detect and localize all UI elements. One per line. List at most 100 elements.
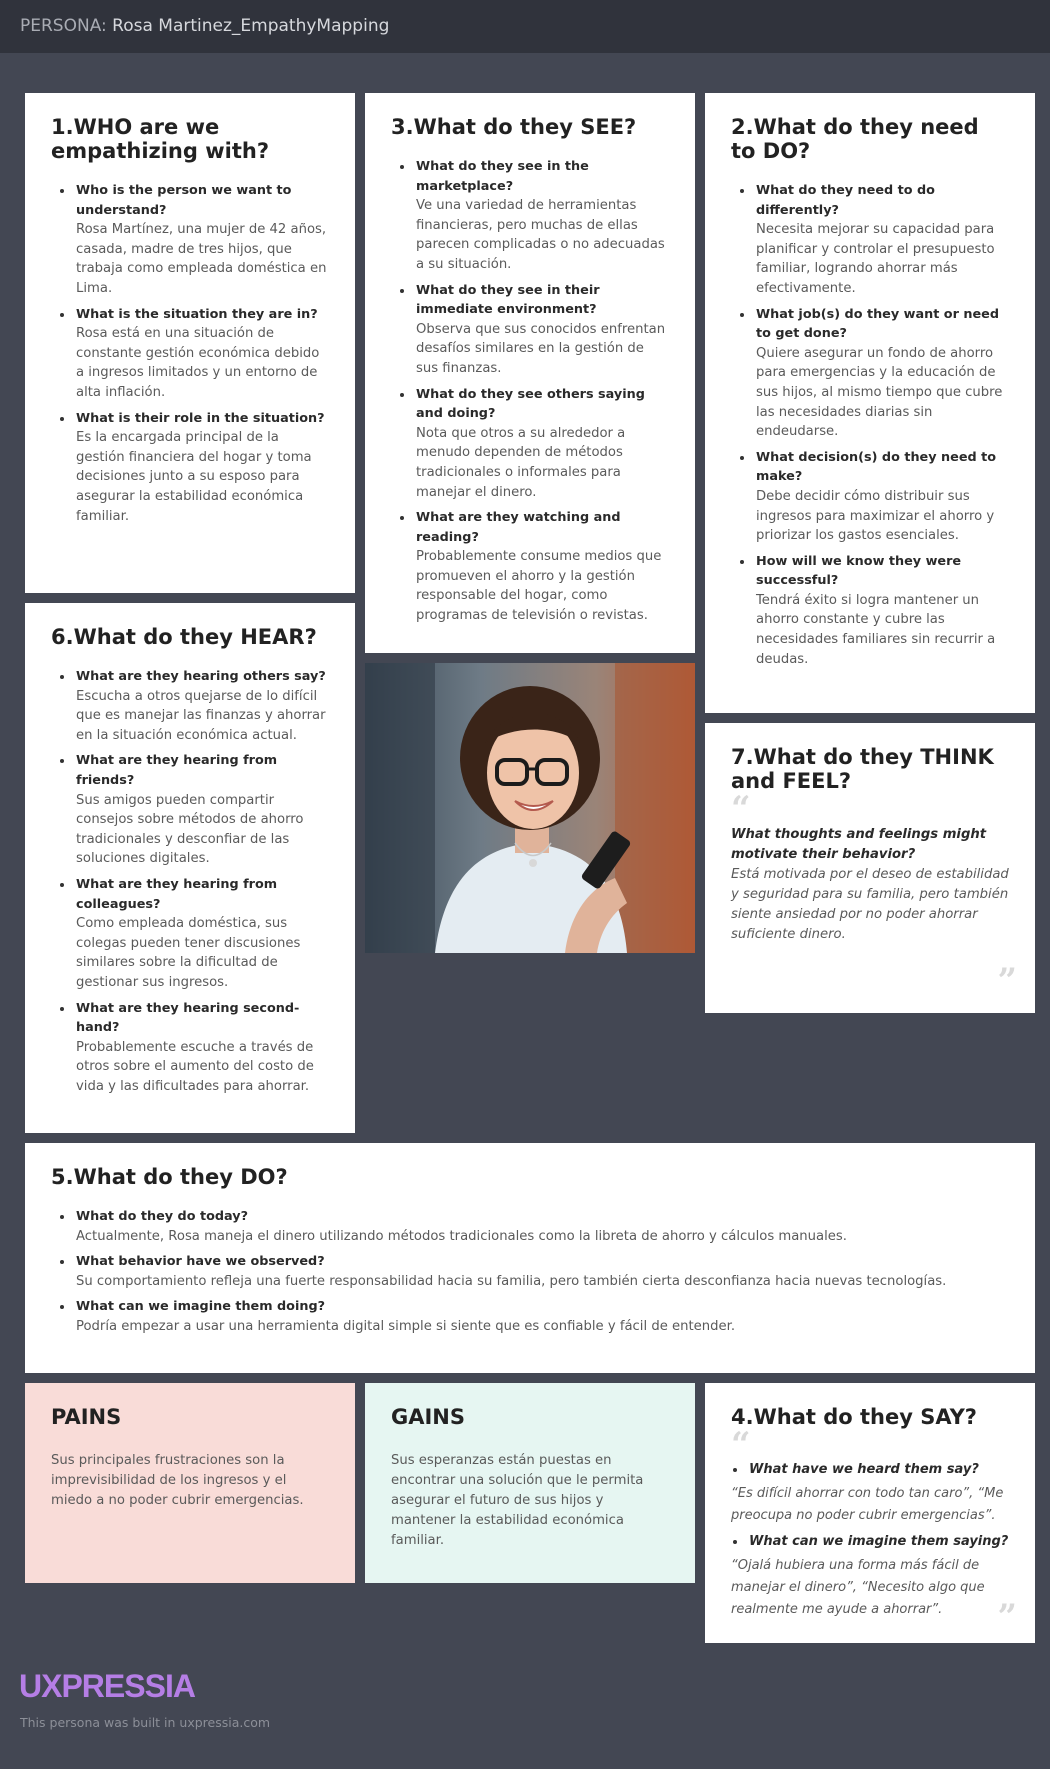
- question: What are they hearing others say?: [76, 669, 326, 684]
- list-item: What do they need to do differently? Nece…: [731, 181, 1009, 299]
- list-item: What behavior have we observed? Su compor…: [51, 1252, 1009, 1291]
- answer: Podría empezar a usar una herramienta di…: [76, 1318, 736, 1334]
- card-title: 7.What do they THINK and FEEL?: [731, 745, 994, 793]
- answer: Necesita mejorar su capacidad para plani…: [756, 222, 995, 296]
- quote-close-icon: ”: [997, 1597, 1017, 1637]
- answer: Sus amigos pueden compartir consejos sob…: [76, 792, 304, 867]
- question-list: What do they need to do differently? Nece…: [731, 181, 1009, 669]
- gains-text: Sus esperanzas están puestas en encontra…: [391, 1453, 644, 1548]
- question: What are they watching and reading?: [416, 510, 621, 545]
- quote-list: What can we imagine them saying?: [731, 1531, 1009, 1553]
- answer: Probablemente escuche a través de otros …: [76, 1039, 314, 1094]
- uxpressia-logo[interactable]: UXPRESSIA: [19, 1668, 196, 1705]
- list-item: What is the situation they are in? Rosa e…: [51, 305, 329, 403]
- list-item: What are they hearing second-hand? Probab…: [51, 999, 329, 1097]
- question: What do they see others saying and doing…: [416, 386, 645, 422]
- answer: Observa que sus conocidos enfrentan desa…: [416, 321, 666, 376]
- top-bar: PERSONA: Rosa Martinez_EmpathyMapping: [0, 0, 1050, 53]
- list-item: What have we heard them say?: [731, 1459, 1009, 1481]
- list-item: What is their role in the situation? Es l…: [51, 409, 329, 527]
- question: What do they see in the marketplace?: [416, 159, 589, 194]
- answer: Nota que otros a su alrededor a menudo d…: [416, 425, 626, 500]
- list-item: What do they do today? Actualmente, Rosa …: [51, 1207, 1009, 1246]
- question: What is the situation they are in?: [76, 306, 318, 322]
- quote-close-icon: ”: [997, 961, 1017, 1001]
- card-title: GAINS: [391, 1405, 466, 1429]
- question: What decision(s) do they need to make?: [756, 449, 997, 485]
- list-item: What are they hearing from colleagues? Co…: [51, 875, 329, 993]
- persona-photo-illustration: [365, 663, 695, 953]
- question: Who is the person we want to understand?: [76, 183, 292, 218]
- answer: Rosa Martínez, una mujer de 42 años, cas…: [76, 222, 327, 296]
- quote-list: What have we heard them say?: [731, 1459, 1009, 1481]
- question: What do they see in their immediate envi…: [416, 282, 600, 318]
- list-item: What are they hearing from friends? Sus a…: [51, 751, 329, 869]
- card-who: 1.WHO are we empathizing with? Who is th…: [25, 93, 355, 593]
- card-think-feel: 7.What do they THINK and FEEL? “ What th…: [705, 723, 1035, 1013]
- card-title: 2.What do they need to DO?: [731, 115, 979, 163]
- question-list: Who is the person we want to understand?…: [51, 181, 329, 526]
- pains-text: Sus principales frustraciones son la imp…: [51, 1453, 304, 1508]
- answer: Como empleada doméstica, sus colegas pue…: [76, 916, 301, 990]
- card-do: 5.What do they DO? What do they do today…: [25, 1143, 1035, 1373]
- quote-open-icon: “: [731, 789, 751, 829]
- card-need-to-do: 2.What do they need to DO? What do they …: [705, 93, 1035, 713]
- card-pains: PAINS Sus principales frustraciones son …: [25, 1383, 355, 1583]
- card-title: 6.What do they HEAR?: [51, 625, 317, 649]
- list-item: What decision(s) do they need to make? De…: [731, 448, 1009, 546]
- card-title: 3.What do they SEE?: [391, 115, 637, 139]
- quote-open-icon: “: [731, 1425, 751, 1465]
- question: What job(s) do they want or need to get …: [756, 306, 999, 342]
- answer: Rosa está en una situación de constante …: [76, 326, 320, 400]
- card-gains: GAINS Sus esperanzas están puestas en en…: [365, 1383, 695, 1583]
- card-see: 3.What do they SEE? What do they see in …: [365, 93, 695, 653]
- question: What have we heard them say?: [749, 1462, 979, 1477]
- question: What can we imagine them doing?: [76, 1299, 326, 1315]
- question: What is their role in the situation?: [76, 410, 325, 426]
- list-item: How will we know they were successful? Te…: [731, 552, 1009, 670]
- list-item: What are they hearing others say? Escucha…: [51, 667, 329, 745]
- answer: Está motivada por el deseo de estabilida…: [731, 867, 1009, 942]
- answer: “Ojalá hubiera una forma más fácil de ma…: [731, 1558, 985, 1617]
- persona-label: PERSONA:: [20, 16, 107, 36]
- persona-name: Rosa Martinez_EmpathyMapping: [112, 16, 390, 36]
- list-item: What do they see in the marketplace? Ve u…: [391, 157, 669, 275]
- card-title: PAINS: [51, 1405, 122, 1429]
- answer: Probablemente consume medios que promuev…: [416, 549, 662, 624]
- list-item: What do they see in their immediate envi…: [391, 281, 669, 379]
- question: What are they hearing from colleagues?: [76, 876, 278, 912]
- question-list: What do they see in the marketplace? Ve u…: [391, 157, 669, 626]
- list-item: What are they watching and reading? Proba…: [391, 508, 669, 626]
- list-item: What can we imagine them saying?: [731, 1531, 1009, 1553]
- answer: Quiere asegurar un fondo de ahorro para …: [756, 345, 1003, 440]
- answer: Actualmente, Rosa maneja el dinero utili…: [76, 1228, 847, 1244]
- card-title: 4.What do they SAY?: [731, 1405, 977, 1429]
- question: What are they hearing from friends?: [76, 753, 278, 788]
- question: What behavior have we observed?: [76, 1254, 325, 1270]
- card-title: 5.What do they DO?: [51, 1165, 288, 1189]
- question-list: What do they do today? Actualmente, Rosa …: [51, 1207, 1009, 1337]
- answer: Su comportamiento refleja una fuerte res…: [76, 1273, 947, 1289]
- footer-note: This persona was built in uxpressia.com: [20, 1715, 271, 1730]
- persona-photo: [365, 663, 695, 953]
- question: How will we know they were successful?: [756, 553, 962, 589]
- question: What do they do today?: [76, 1209, 249, 1224]
- answer: “Es difícil ahorrar con todo tan caro”, …: [731, 1486, 1004, 1523]
- card-title: 1.WHO are we empathizing with?: [51, 115, 269, 163]
- card-hear: 6.What do they HEAR? What are they heari…: [25, 603, 355, 1133]
- question: What thoughts and feelings might motivat…: [731, 827, 987, 862]
- list-item: Who is the person we want to understand?…: [51, 181, 329, 299]
- question: What can we imagine them saying?: [749, 1534, 1009, 1549]
- answer: Escucha a otros quejarse de lo difícil q…: [76, 688, 326, 743]
- question: What do they need to do differently?: [756, 183, 935, 218]
- answer: Debe decidir cómo distribuir sus ingreso…: [756, 488, 995, 544]
- question: What are they hearing second-hand?: [76, 1000, 300, 1036]
- answer: Es la encargada principal de la gestión …: [76, 430, 312, 524]
- list-item: What job(s) do they want or need to get …: [731, 305, 1009, 442]
- answer: Ve una variedad de herramientas financie…: [416, 198, 665, 272]
- answer: Tendrá éxito si logra mantener un ahorro…: [756, 592, 996, 667]
- question-list: What are they hearing others say? Escucha…: [51, 667, 329, 1096]
- list-item: What do they see others saying and doing…: [391, 385, 669, 503]
- card-say: 4.What do they SAY? “ What have we heard…: [705, 1383, 1035, 1643]
- list-item: What can we imagine them doing? Podría em…: [51, 1297, 1009, 1336]
